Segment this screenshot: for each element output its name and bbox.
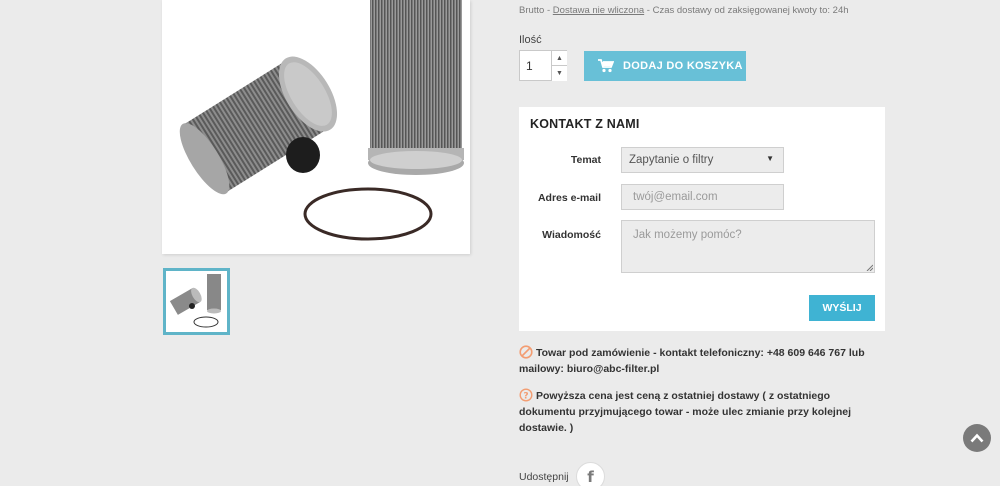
price-type-text: Brutto - [519,5,553,16]
not-allowed-icon [519,345,533,359]
question-circle-icon: ? [519,388,533,402]
share-label: Udostępnij [519,471,569,483]
delivery-time-text: - Czas dostawy od zaksięgowanej kwoty to… [644,5,849,16]
price-note-text: Powyższa cena jest ceną z ostatniej dost… [519,390,851,434]
chevron-up-icon [970,433,984,443]
availability-text: Towar pod zamówienie - kontakt telefonic… [519,347,865,375]
message-label: Wiadomość [542,229,601,241]
quantity-input[interactable]: 1 [526,59,533,73]
product-main-image[interactable] [162,0,470,254]
quantity-decrease-button[interactable]: ▼ [551,66,567,81]
svg-text:?: ? [523,391,528,401]
message-textarea[interactable]: Jak możemy pomóc? [621,220,875,273]
delivery-info: Brutto - Dostawa nie wliczona - Czas dos… [519,5,849,16]
add-to-cart-label: DODAJ DO KOSZYKA [623,60,743,72]
add-to-cart-button[interactable]: DODAJ DO KOSZYKA [584,51,746,81]
topic-selected-value: Zapytanie o filtry [629,154,714,166]
scroll-top-button[interactable] [963,424,991,452]
availability-note: Towar pod zamówienie - kontakt telefonic… [519,345,879,377]
send-label: WYŚLIJ [822,302,862,314]
email-placeholder: twój@email.com [633,191,718,203]
topic-label: Temat [570,154,601,166]
quantity-increase-button[interactable]: ▲ [551,51,567,66]
contact-form: KONTAKT Z NAMI Temat Zapytanie o filtry … [519,107,885,331]
facebook-share-button[interactable]: f [576,462,605,486]
product-thumbnail[interactable] [163,268,230,335]
facebook-icon: f [587,467,594,486]
price-note: ? Powyższa cena jest ceną z ostatniej do… [519,388,879,436]
email-field[interactable]: twój@email.com [621,184,784,210]
send-button[interactable]: WYŚLIJ [809,295,875,321]
resize-grip-icon[interactable] [866,264,873,271]
delivery-link[interactable]: Dostawa nie wliczona [553,5,644,16]
email-label: Adres e-mail [537,192,601,204]
quantity-stepper[interactable]: 1 ▲ ▼ [519,50,567,81]
contact-title: KONTAKT Z NAMI [530,117,640,131]
message-placeholder: Jak możemy pomóc? [633,229,742,241]
topic-select[interactable]: Zapytanie o filtry ▼ [621,147,784,173]
quantity-label: Ilość [519,34,542,46]
cart-icon [598,59,614,73]
caret-down-icon: ▼ [766,154,774,163]
